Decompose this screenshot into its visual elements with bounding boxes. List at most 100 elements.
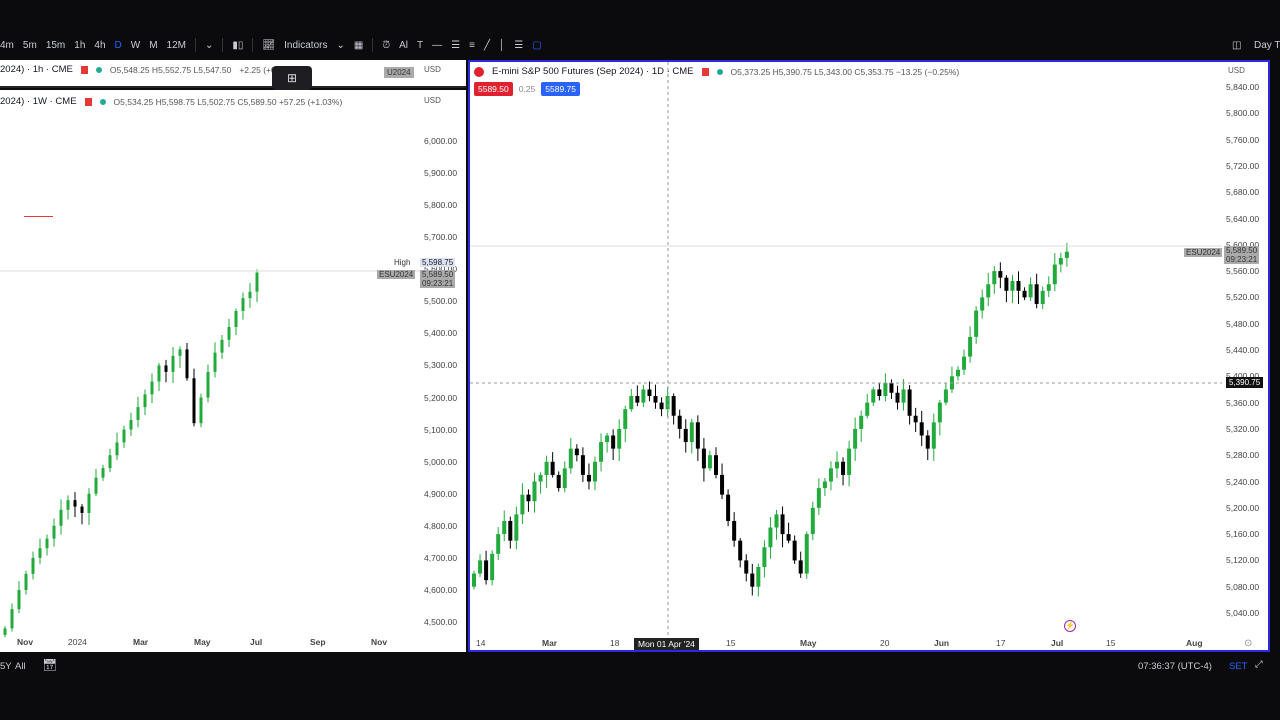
divider	[195, 38, 196, 52]
top-toolbar: 4m 5m 15m 1h 4h D W M 12M ⌄ ▮▯ 📈︎ Indicators ⌄ ▦ ⏰︎ Al T —…	[0, 34, 1280, 56]
rectangle-tool-icon[interactable]: ▢	[532, 40, 541, 51]
candle	[968, 326, 973, 363]
object-tree-icon[interactable]: ⊞	[272, 66, 312, 90]
symbol-title[interactable]: 2024) · 1h · CME	[0, 64, 73, 75]
candle	[822, 477, 827, 496]
price-tick: 5,080.00	[1226, 581, 1260, 592]
settings-icon[interactable]: ⊙	[1244, 638, 1252, 649]
candle	[87, 488, 91, 525]
weekly-candles[interactable]	[0, 90, 420, 652]
event-flash-icon[interactable]: ⚡	[1064, 620, 1076, 632]
candle	[738, 538, 743, 568]
candle	[234, 308, 238, 336]
fullscreen-icon[interactable]: ⤢	[1255, 659, 1263, 670]
daily-candles[interactable]	[470, 62, 1222, 642]
price-axis[interactable]: 5,840.00 5,800.00 5,760.00 5,720.00 5,680.00…	[1222, 62, 1268, 642]
interval-12M[interactable]: 12M	[167, 40, 186, 51]
indicators-icon[interactable]: 📈︎	[262, 40, 275, 51]
candle	[732, 512, 737, 547]
candle	[1028, 277, 1033, 301]
interval-4m[interactable]: 4m	[0, 40, 14, 51]
candle	[901, 378, 906, 411]
currency-select[interactable]: USD	[424, 65, 441, 74]
candle	[52, 518, 56, 547]
channel-tool-icon[interactable]: ≡	[469, 40, 475, 51]
left-chart-pane[interactable]: 2024) · 1W · CME O5,534.25 H5,598.75 L5,…	[0, 90, 466, 652]
candle	[937, 399, 942, 436]
candle	[828, 461, 833, 491]
price-tick: 5,520.00	[1226, 292, 1260, 303]
candle	[689, 418, 694, 454]
line-tool-icon[interactable]: —	[432, 40, 442, 51]
candle	[671, 393, 676, 425]
time-tick: Nov	[17, 637, 34, 647]
time-tick: 14	[476, 638, 486, 648]
price-tick: 6,000.00	[424, 136, 458, 146]
price-tick: 5,360.00	[1226, 397, 1260, 408]
interval-W[interactable]: W	[131, 40, 140, 51]
candle	[171, 347, 175, 384]
candle-type-icon[interactable]: ▮▯	[232, 40, 243, 51]
candle	[768, 517, 773, 559]
indicators-dropdown-icon[interactable]: ⌄	[336, 40, 344, 51]
layout-name[interactable]: Day T	[1254, 40, 1280, 51]
interval-1h[interactable]: 1h	[74, 40, 85, 51]
candle	[659, 397, 664, 417]
time-tick: May	[194, 637, 211, 647]
interval-M[interactable]: M	[149, 40, 157, 51]
drawn-line[interactable]	[24, 216, 53, 217]
candle	[847, 440, 852, 487]
candle	[538, 472, 543, 494]
candle	[792, 535, 797, 564]
alert-icon[interactable]: ⏰︎	[382, 40, 390, 51]
session-button[interactable]: SET	[1229, 661, 1247, 672]
candle	[714, 447, 718, 479]
price-tick: 4,900.00	[424, 488, 458, 499]
candle	[599, 433, 604, 472]
fib-tool-icon[interactable]: ☰	[451, 40, 460, 51]
price-axis[interactable]: 6,000.005,900.005,800.005,700.005,600.00…	[420, 90, 466, 652]
indicators-button[interactable]: Indicators	[284, 40, 327, 51]
candle	[220, 335, 224, 360]
interval-D[interactable]: D	[115, 40, 122, 51]
range-5y[interactable]: 5Y	[0, 661, 12, 672]
price-tick: 5,680.00	[1226, 187, 1260, 198]
candle	[38, 538, 42, 565]
candle	[695, 415, 700, 461]
interval-5m[interactable]: 5m	[23, 40, 37, 51]
alert-button[interactable]: Al	[399, 40, 408, 51]
time-tick: Jun	[934, 638, 950, 648]
price-tick: 5,760.00	[1226, 134, 1260, 145]
candle	[255, 269, 259, 303]
right-chart-pane[interactable]: E-mini S&P 500 Futures (Sep 2024) · 1D ·…	[468, 60, 1270, 652]
candle	[514, 506, 519, 550]
candle	[562, 461, 567, 493]
candle	[913, 407, 918, 432]
candle	[956, 366, 960, 381]
time-tick: May	[800, 638, 817, 648]
candle	[157, 363, 161, 392]
time-tick: Mar	[133, 637, 149, 647]
interval-dropdown-icon[interactable]: ⌄	[205, 40, 213, 51]
text-tool-icon[interactable]: T	[417, 40, 423, 51]
candle	[701, 438, 706, 482]
templates-icon[interactable]: ▦	[354, 40, 363, 51]
interval-4h[interactable]: 4h	[94, 40, 105, 51]
candle	[925, 430, 930, 461]
list-icon[interactable]: ☰	[514, 40, 523, 51]
time-tick: 18	[610, 638, 620, 648]
left-top-pane[interactable]: 2024) · 1h · CME O5,548.25 H5,552.75 L5,…	[0, 60, 466, 90]
trendline-icon[interactable]: ╱	[484, 40, 490, 51]
goto-date-icon[interactable]: 📅︎	[42, 658, 57, 672]
legend: 2024) · 1h · CME O5,548.25 H5,552.75 L5,…	[0, 64, 298, 75]
layout-icon[interactable]: ◫	[1232, 40, 1241, 51]
candle	[756, 563, 761, 597]
clock[interactable]: 07:36:37 (UTC-4)	[1138, 661, 1212, 672]
candle	[907, 385, 912, 425]
interval-15m[interactable]: 15m	[46, 40, 65, 51]
candle	[544, 455, 549, 489]
vertical-line-icon[interactable]: │	[499, 40, 505, 51]
range-all[interactable]: All	[15, 661, 26, 672]
candle	[1004, 275, 1009, 303]
symbol-tag: ESU2024	[377, 270, 416, 279]
